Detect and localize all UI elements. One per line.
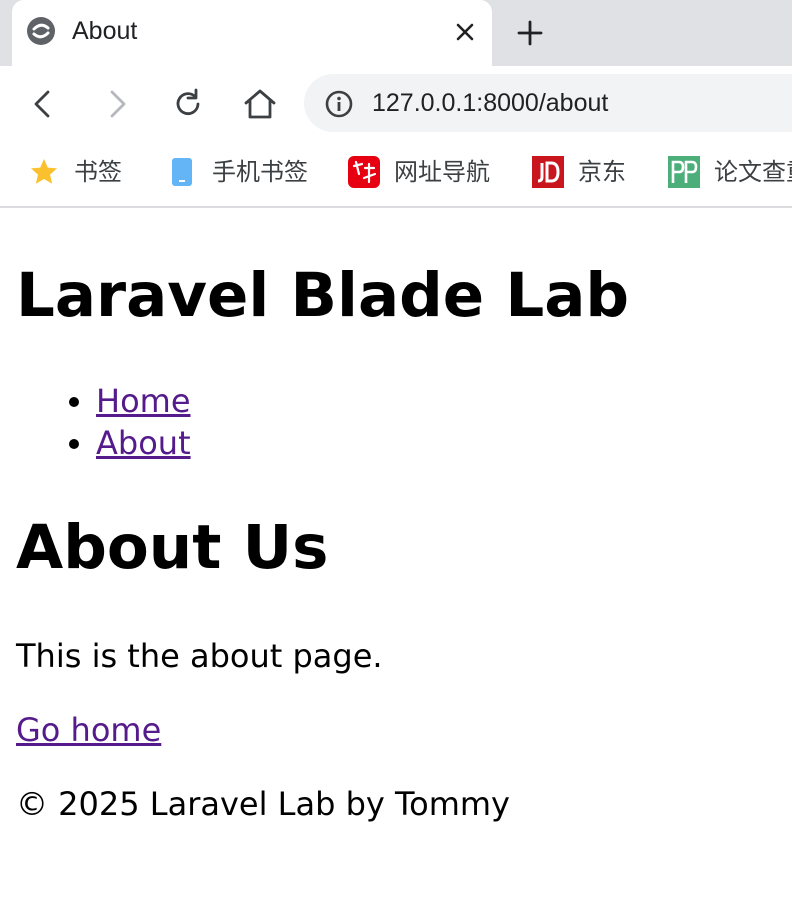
bookmark-label: 京东 (578, 158, 626, 186)
nav-item-about: About (96, 422, 191, 464)
page-description: This is the about page. (16, 637, 383, 675)
pp-icon (668, 156, 700, 188)
page-heading: About Us (16, 512, 329, 583)
reload-icon[interactable] (170, 86, 206, 122)
close-icon[interactable] (452, 19, 478, 45)
nav-link-about[interactable]: About (96, 424, 191, 462)
site-nav: Home About (16, 380, 191, 464)
tab-title: About (72, 17, 138, 45)
hao-nav-icon (348, 156, 380, 188)
page-content: Laravel Blade Lab Home About About Us Th… (0, 208, 792, 918)
jd-icon (532, 156, 564, 188)
star-icon (31, 159, 57, 184)
tab-about[interactable]: About (12, 0, 492, 66)
browser-toolbar: 127.0.0.1:8000/about (0, 66, 792, 142)
bookmark-label: 书签 (74, 158, 122, 186)
mobile-bookmark-icon (172, 158, 192, 186)
new-tab-plus-icon[interactable] (514, 17, 546, 49)
home-icon[interactable] (242, 86, 278, 122)
forward-arrow-icon[interactable] (98, 86, 134, 122)
url-text: 127.0.0.1:8000/about (372, 89, 609, 117)
bookmark-label: 论文查重 (714, 158, 792, 186)
bookmark-label: 手机书签 (212, 158, 308, 186)
nav-link-home[interactable]: Home (96, 382, 191, 420)
back-arrow-icon[interactable] (26, 86, 62, 122)
address-bar[interactable]: 127.0.0.1:8000/about (304, 74, 792, 132)
nav-item-home: Home (96, 380, 191, 422)
go-home-link[interactable]: Go home (16, 711, 161, 749)
site-info-icon[interactable] (324, 89, 354, 119)
tab-strip: About (0, 0, 792, 66)
bookmarks-bar: 书签 手机书签 网址导航 京东 论文查重 (0, 142, 792, 208)
site-title: Laravel Blade Lab (16, 260, 630, 331)
bookmark-label: 网址导航 (394, 158, 490, 186)
footer-copyright: © 2025 Laravel Lab by Tommy (16, 785, 510, 823)
home-link-paragraph: Go home (16, 710, 161, 750)
browser-logo-icon (27, 17, 55, 45)
